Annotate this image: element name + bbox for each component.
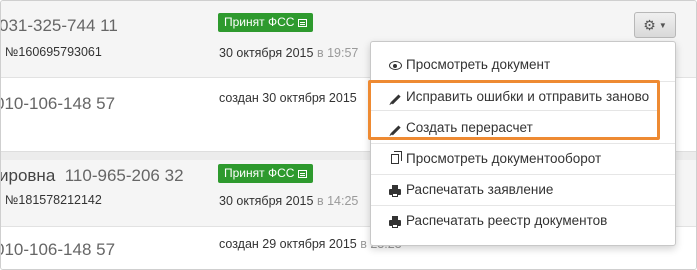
- document-date: 30 октября 2015 в 14:25: [219, 194, 359, 208]
- document-number: №181578212142: [5, 193, 102, 207]
- person-name: ировна 110-965-206 32: [0, 166, 184, 185]
- highlight-frame: [368, 80, 660, 140]
- status-badge: Принят ФСС: [218, 164, 314, 183]
- phone-number: 010-106-148 57: [0, 240, 116, 259]
- document-icon: [298, 19, 308, 27]
- phone-number: 031-325-744 11: [0, 16, 118, 35]
- status-badge: Принят ФСС: [218, 13, 314, 32]
- menu-item-view-workflow[interactable]: Просмотреть документооборот: [371, 144, 675, 174]
- printer-icon: [389, 206, 401, 236]
- menu-item-view-document[interactable]: Просмотреть документ: [371, 50, 675, 80]
- document-icon: [298, 170, 308, 178]
- menu-item-print-registry[interactable]: Распечатать реестр документов: [371, 206, 675, 236]
- actions-button[interactable]: ⚙ ▼: [634, 12, 676, 38]
- menu-item-print-application[interactable]: Распечатать заявление: [371, 175, 675, 205]
- actions-menu: Просмотреть документ Исправить ошибки и …: [370, 41, 676, 246]
- phone-number: 010-106-148 57: [0, 94, 116, 113]
- document-date: 30 октября 2015 в 19:57: [219, 46, 359, 60]
- caret-down-icon: ▼: [658, 21, 667, 30]
- gear-icon: ⚙: [643, 17, 656, 33]
- created-date: создан 30 октября 2015: [219, 91, 357, 105]
- eye-icon: [389, 50, 402, 80]
- printer-icon: [389, 175, 401, 205]
- documents-icon: [389, 144, 402, 174]
- document-number: №160695793061: [5, 45, 102, 59]
